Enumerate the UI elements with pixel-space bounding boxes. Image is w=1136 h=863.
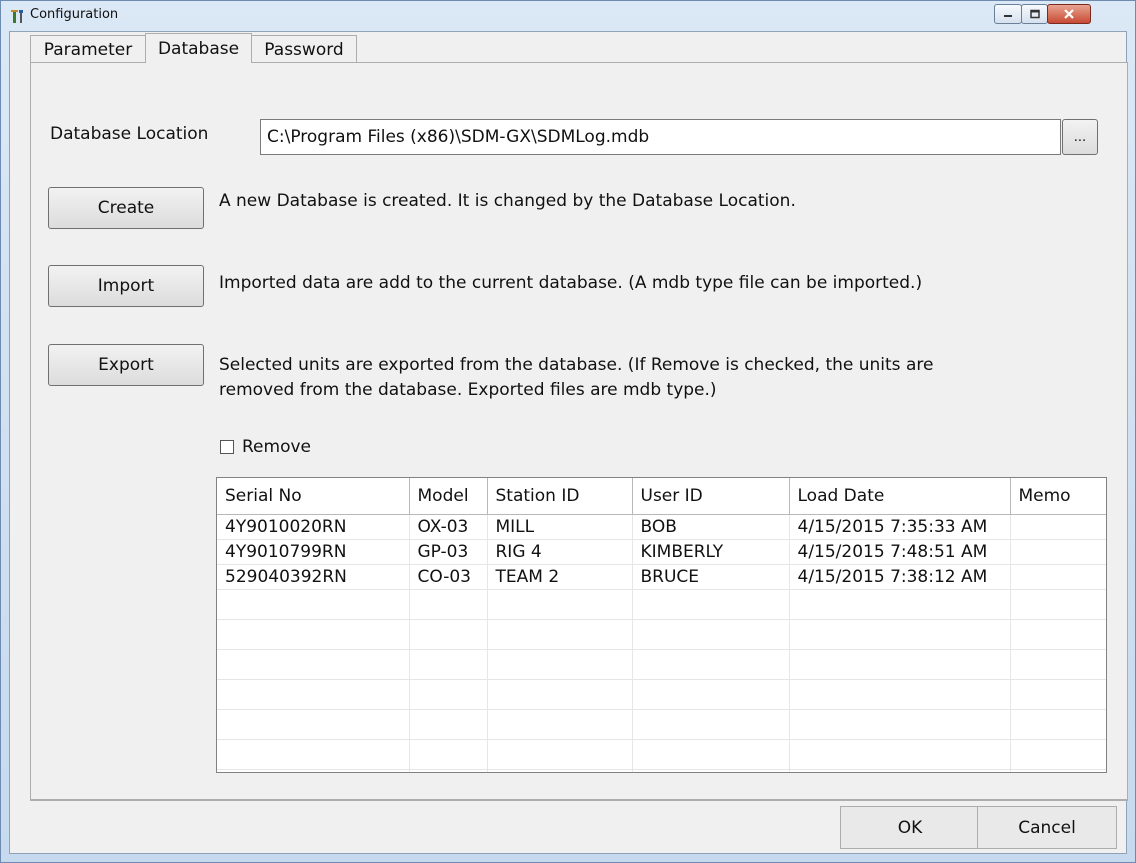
database-location-input[interactable] — [260, 119, 1061, 155]
table-row[interactable]: 529040392RN CO-03 TEAM 2 BRUCE 4/15/2015… — [217, 564, 1106, 590]
cell-user-id: KIMBERLY — [632, 539, 790, 565]
cell-station-id: RIG 4 — [487, 539, 633, 565]
cell-user-id: BRUCE — [632, 564, 790, 590]
remove-checkbox[interactable] — [220, 440, 234, 454]
cell-serial-no: 529040392RN — [217, 564, 410, 590]
empty-row — [217, 679, 1106, 710]
browse-button[interactable]: ... — [1062, 119, 1098, 155]
table-row[interactable]: 4Y9010020RN OX-03 MILL BOB 4/15/2015 7:3… — [217, 514, 1106, 540]
column-header-user-id[interactable]: User ID — [632, 478, 790, 515]
create-description: A new Database is created. It is changed… — [219, 191, 796, 211]
tab-database[interactable]: Database — [145, 33, 252, 63]
import-description: Imported data are add to the current dat… — [219, 273, 923, 293]
title-bar[interactable]: Configuration — [1, 1, 1135, 31]
export-description-line2: removed from the database. Exported file… — [219, 380, 717, 400]
cell-model: OX-03 — [409, 514, 488, 540]
tab-password[interactable]: Password — [252, 35, 357, 63]
cell-memo — [1010, 514, 1106, 540]
maximize-button[interactable] — [1021, 4, 1048, 24]
empty-row — [217, 769, 1106, 772]
import-button[interactable]: Import — [48, 265, 204, 307]
cell-station-id: TEAM 2 — [487, 564, 633, 590]
cell-serial-no: 4Y9010799RN — [217, 539, 410, 565]
cell-load-date: 4/15/2015 7:35:33 AM — [789, 514, 1011, 540]
remove-label: Remove — [242, 437, 311, 457]
minimize-icon — [1004, 15, 1012, 17]
empty-row — [217, 589, 1106, 620]
tab-parameter[interactable]: Parameter — [30, 35, 145, 63]
cell-model: CO-03 — [409, 564, 488, 590]
app-icon — [11, 10, 23, 23]
cancel-button[interactable]: Cancel — [977, 806, 1117, 849]
empty-row — [217, 739, 1106, 770]
cell-load-date: 4/15/2015 7:48:51 AM — [789, 539, 1011, 565]
column-header-load-date[interactable]: Load Date — [789, 478, 1011, 515]
column-header-serial-no[interactable]: Serial No — [217, 478, 410, 515]
cell-serial-no: 4Y9010020RN — [217, 514, 410, 540]
export-description-line1: Selected units are exported from the dat… — [219, 355, 934, 375]
database-location-label: Database Location — [50, 124, 209, 144]
maximize-icon — [1029, 9, 1040, 19]
footer-divider — [30, 800, 1128, 801]
table-header-row: Serial No Model Station ID User ID Load … — [217, 478, 1106, 515]
window-title: Configuration — [30, 7, 119, 22]
units-table: Serial No Model Station ID User ID Load … — [216, 477, 1107, 773]
column-header-memo[interactable]: Memo — [1010, 478, 1106, 515]
ok-button[interactable]: OK — [840, 806, 980, 849]
empty-row — [217, 649, 1106, 680]
table-row[interactable]: 4Y9010799RN GP-03 RIG 4 KIMBERLY 4/15/20… — [217, 539, 1106, 565]
column-header-model[interactable]: Model — [409, 478, 488, 515]
cell-memo — [1010, 564, 1106, 590]
close-button[interactable] — [1047, 4, 1091, 24]
empty-row — [217, 619, 1106, 650]
minimize-button[interactable] — [994, 4, 1022, 24]
column-header-station-id[interactable]: Station ID — [487, 478, 633, 515]
empty-row — [217, 709, 1106, 740]
create-button[interactable]: Create — [48, 187, 204, 229]
cell-model: GP-03 — [409, 539, 488, 565]
close-icon — [1064, 9, 1074, 19]
cell-load-date: 4/15/2015 7:38:12 AM — [789, 564, 1011, 590]
cell-memo — [1010, 539, 1106, 565]
cell-station-id: MILL — [487, 514, 633, 540]
export-button[interactable]: Export — [48, 344, 204, 386]
cell-user-id: BOB — [632, 514, 790, 540]
